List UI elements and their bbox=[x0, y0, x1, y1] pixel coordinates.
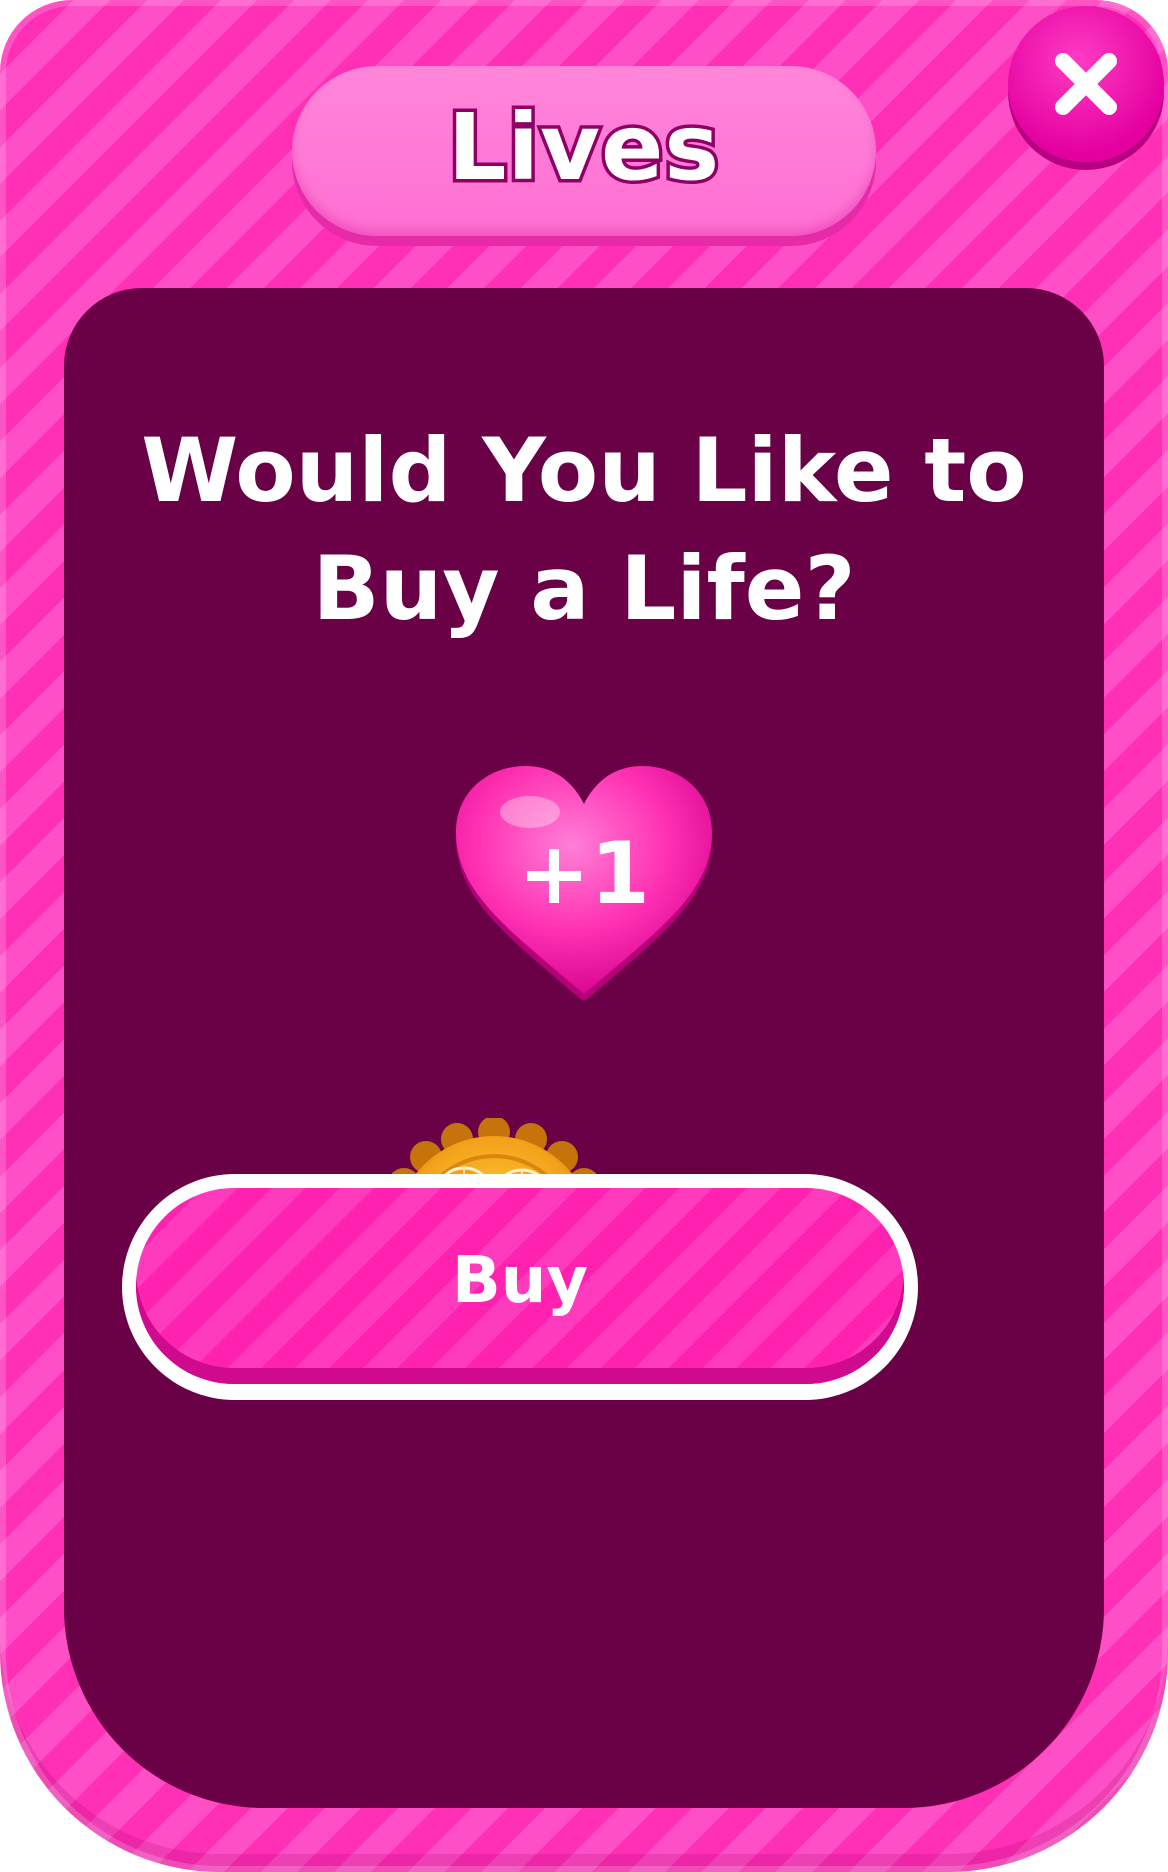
lives-dialog: Lives Would You Like to Buy a Life? +1 1 bbox=[0, 0, 1168, 1872]
buy-button-label: Buy bbox=[451, 1244, 589, 1318]
dialog-title: Lives bbox=[444, 90, 722, 204]
dialog-content: Would You Like to Buy a Life? +1 1000 bbox=[64, 288, 1104, 1808]
close-icon bbox=[1055, 53, 1117, 115]
life-amount: +1 bbox=[518, 824, 650, 924]
buy-button[interactable]: Buy bbox=[136, 1188, 904, 1384]
dialog-title-banner: Lives bbox=[292, 66, 876, 236]
life-reward: +1 bbox=[452, 766, 716, 1000]
question-text: Would You Like to Buy a Life? bbox=[141, 419, 1027, 640]
close-button[interactable] bbox=[1008, 6, 1164, 162]
